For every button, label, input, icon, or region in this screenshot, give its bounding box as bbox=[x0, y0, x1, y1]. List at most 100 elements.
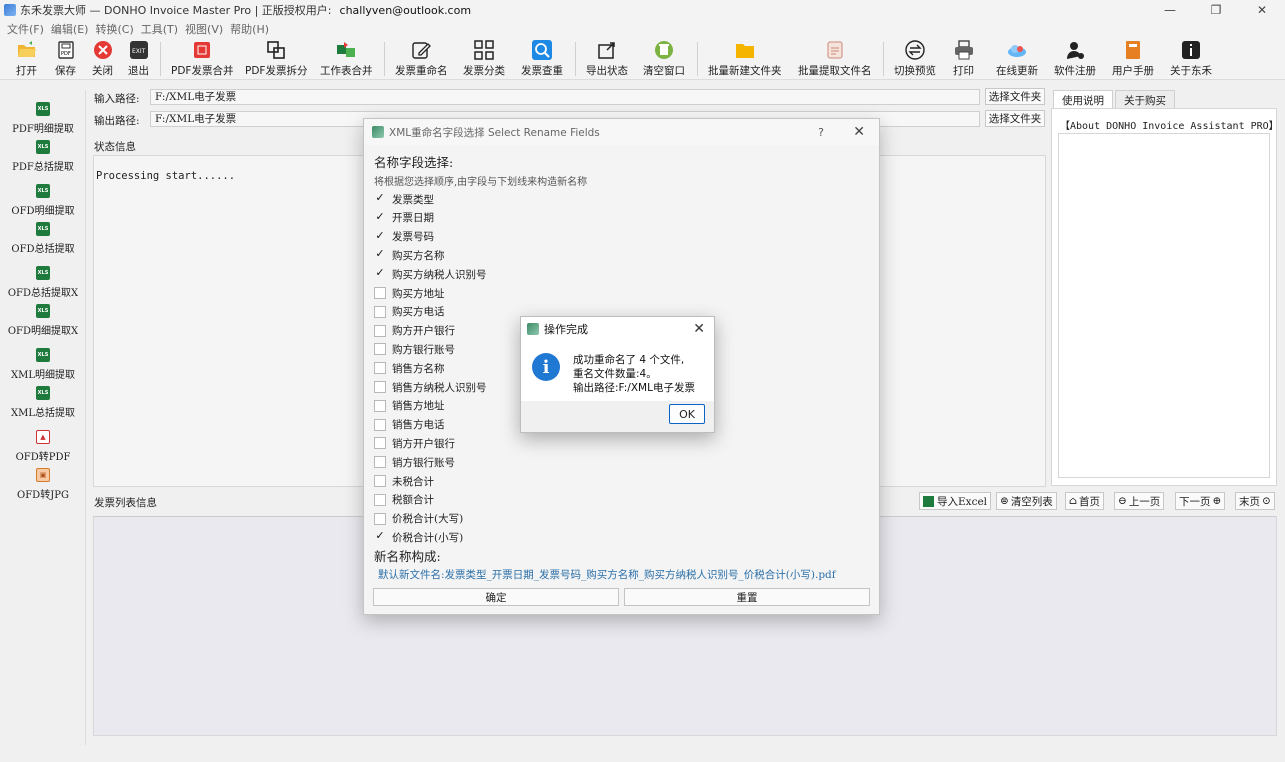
close-window-button[interactable]: ✕ bbox=[1239, 0, 1285, 20]
checkbox[interactable] bbox=[374, 324, 386, 337]
field-checkbox-row[interactable]: ✓ 开票日期 bbox=[374, 210, 434, 226]
field-checkbox-row[interactable]: 未税合计 bbox=[374, 473, 434, 489]
svg-text:EXIT: EXIT bbox=[132, 48, 146, 55]
checkbox[interactable] bbox=[374, 362, 386, 375]
field-checkbox-row[interactable]: ✓ 购买方纳税人识别号 bbox=[374, 266, 486, 282]
checkbox[interactable] bbox=[374, 305, 386, 318]
field-checkbox-row[interactable]: 销售方名称 bbox=[374, 360, 445, 376]
choose-output-folder-button[interactable]: 选择文件夹 bbox=[985, 110, 1045, 127]
checkbox[interactable] bbox=[374, 437, 386, 450]
edit-icon bbox=[411, 40, 432, 60]
minimize-button[interactable]: — bbox=[1147, 0, 1193, 20]
last-page-button[interactable]: 末页 ⊙ bbox=[1235, 492, 1275, 510]
checkbox[interactable] bbox=[374, 399, 386, 412]
choose-input-folder-button[interactable]: 选择文件夹 bbox=[985, 88, 1045, 105]
confirm-button[interactable]: 确定 bbox=[373, 588, 619, 606]
first-page-button[interactable]: ⌂ 首页 bbox=[1065, 492, 1105, 510]
sidebar-item-pdf-detail[interactable]: XLS PDF明细提取 bbox=[0, 102, 86, 135]
sidebar-item-xml-detail[interactable]: XLS XML明细提取 bbox=[0, 348, 86, 381]
check-duplicate-button[interactable]: 发票查重 bbox=[521, 40, 563, 78]
manual-button[interactable]: 用户手册 bbox=[1112, 40, 1154, 78]
field-checkbox-row[interactable]: ✓ 购买方名称 bbox=[374, 247, 444, 263]
checkbox[interactable] bbox=[374, 343, 386, 356]
field-checkbox-row[interactable]: ✓ 发票类型 bbox=[374, 191, 434, 207]
checkbox[interactable] bbox=[374, 287, 386, 299]
about-button[interactable]: 关于东禾 bbox=[1170, 40, 1212, 78]
sidebar-item-xml-summary[interactable]: XLS XML总括提取 bbox=[0, 386, 86, 419]
input-path-field[interactable]: F:/XML电子发票 bbox=[150, 89, 980, 105]
sidebar-item-ofd-summary-x[interactable]: XLS OFD总括提取X bbox=[0, 266, 86, 299]
register-button[interactable]: 软件注册 bbox=[1054, 40, 1096, 78]
dialog-close-icon[interactable]: ✕ bbox=[853, 124, 865, 140]
field-checkbox-row[interactable]: 销售方电话 bbox=[374, 417, 445, 433]
sidebar-item-ofd-detail-x[interactable]: XLS OFD明细提取X bbox=[0, 304, 86, 337]
field-checkbox-row[interactable]: 价税合计(大写) bbox=[374, 511, 463, 527]
sidebar-item-ofd-to-pdf[interactable]: ▲ OFD转PDF bbox=[0, 430, 86, 463]
field-label: 发票类型 bbox=[392, 193, 434, 206]
ok-button[interactable]: OK bbox=[669, 404, 705, 424]
sidebar-item-ofd-detail[interactable]: XLS OFD明细提取 bbox=[0, 184, 86, 217]
sidebar-item-ofd-to-jpg[interactable]: ▣ OFD转JPG bbox=[0, 468, 86, 501]
menu-view[interactable]: 视图(V) bbox=[185, 21, 223, 37]
message-title-bar: 操作完成 ✕ bbox=[521, 317, 714, 341]
sidebar-item-ofd-summary[interactable]: XLS OFD总括提取 bbox=[0, 222, 86, 255]
new-name-preview: 默认新文件名:发票类型_开票日期_发票号码_购买方名称_购买方纳税人识别号_价税… bbox=[378, 569, 836, 581]
clear-list-button[interactable]: ⊜ 清空列表 bbox=[996, 492, 1057, 510]
field-checkbox-row[interactable]: 销售方纳税人识别号 bbox=[374, 379, 487, 395]
pdf-merge-button[interactable]: PDF发票合并 bbox=[171, 40, 233, 78]
online-update-button[interactable]: 在线更新 bbox=[996, 40, 1038, 78]
field-checkbox-row[interactable]: 税额合计 bbox=[374, 492, 434, 508]
checkbox[interactable] bbox=[374, 512, 386, 525]
checkbox[interactable] bbox=[374, 418, 386, 431]
close-button[interactable]: 关闭 bbox=[92, 40, 113, 78]
checkmark-icon[interactable]: ✓ bbox=[374, 530, 386, 543]
field-checkbox-row[interactable]: 购方开户银行 bbox=[374, 323, 455, 339]
clear-window-button[interactable]: 清空窗口 bbox=[643, 40, 685, 78]
exit-button[interactable]: EXIT 退出 bbox=[128, 40, 149, 78]
message-close-icon[interactable]: ✕ bbox=[693, 321, 705, 337]
checkbox[interactable] bbox=[374, 456, 386, 469]
menu-convert[interactable]: 转换(C) bbox=[95, 21, 133, 37]
menu-tools[interactable]: 工具(T) bbox=[141, 21, 178, 37]
field-checkbox-row[interactable]: ✓ 发票号码 bbox=[374, 229, 434, 245]
import-excel-button[interactable]: 导入Excel bbox=[919, 492, 992, 510]
checkmark-icon[interactable]: ✓ bbox=[374, 192, 386, 205]
checkbox[interactable] bbox=[374, 475, 386, 487]
about-text: 【About DONHO Invoice Assistant PRO】 bbox=[1060, 121, 1279, 132]
message-line-2: 重名文件数量:4。 bbox=[573, 368, 657, 380]
pdf-split-button[interactable]: PDF发票拆分 bbox=[245, 40, 307, 78]
field-checkbox-row[interactable]: 销方银行账号 bbox=[374, 454, 455, 470]
field-checkbox-row[interactable]: 购买方电话 bbox=[374, 304, 445, 320]
checkmark-icon[interactable]: ✓ bbox=[374, 230, 386, 243]
help-icon[interactable]: ? bbox=[818, 126, 824, 139]
search-icon bbox=[532, 40, 552, 60]
toggle-preview-button[interactable]: 切换预览 bbox=[894, 40, 936, 78]
next-page-button[interactable]: 下一页 ⊕ bbox=[1175, 492, 1226, 510]
checkbox[interactable] bbox=[374, 381, 386, 393]
checkmark-icon[interactable]: ✓ bbox=[374, 248, 386, 261]
menu-help[interactable]: 帮助(H) bbox=[230, 21, 269, 37]
batch-extract-names-button[interactable]: 批量提取文件名 bbox=[798, 40, 872, 78]
checkbox[interactable] bbox=[374, 493, 386, 506]
open-button[interactable]: 打开 bbox=[16, 40, 37, 78]
field-checkbox-row[interactable]: 购买方地址 bbox=[374, 285, 445, 301]
rename-button[interactable]: 发票重命名 bbox=[395, 40, 448, 78]
batch-new-folder-button[interactable]: 批量新建文件夹 bbox=[708, 40, 782, 78]
print-button[interactable]: 打印 bbox=[953, 40, 974, 78]
field-checkbox-row[interactable]: ✓ 价税合计(小写) bbox=[374, 529, 463, 545]
reset-button[interactable]: 重置 bbox=[624, 588, 870, 606]
checkmark-icon[interactable]: ✓ bbox=[374, 267, 386, 280]
field-checkbox-row[interactable]: 销售方地址 bbox=[374, 398, 445, 414]
save-button[interactable]: PDF 保存 bbox=[55, 40, 76, 78]
sidebar-item-pdf-summary[interactable]: XLS PDF总括提取 bbox=[0, 140, 86, 173]
prev-page-button[interactable]: ⊖ 上一页 bbox=[1114, 492, 1165, 510]
checkmark-icon[interactable]: ✓ bbox=[374, 211, 386, 224]
menu-edit[interactable]: 编辑(E) bbox=[51, 21, 89, 37]
classify-button[interactable]: 发票分类 bbox=[463, 40, 505, 78]
sheet-merge-button[interactable]: 工作表合并 bbox=[320, 40, 373, 78]
export-status-button[interactable]: 导出状态 bbox=[586, 40, 628, 78]
field-checkbox-row[interactable]: 购方银行账号 bbox=[374, 341, 455, 357]
field-checkbox-row[interactable]: 销方开户银行 bbox=[374, 435, 455, 451]
restore-button[interactable]: ❐ bbox=[1193, 0, 1239, 20]
menu-file[interactable]: 文件(F) bbox=[7, 21, 44, 37]
